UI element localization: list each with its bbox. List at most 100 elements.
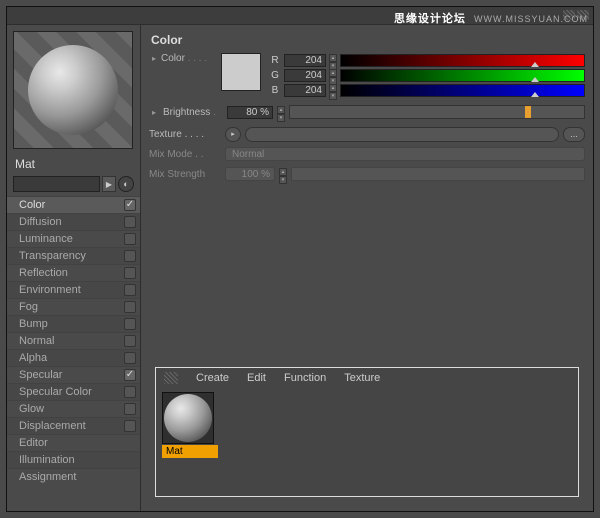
material-manager: Create Edit Function Texture Mat — [155, 367, 579, 497]
channel-row-displacement[interactable]: Displacement — [7, 417, 140, 434]
menu-function[interactable]: Function — [284, 372, 326, 384]
channel-label: Alpha — [19, 352, 124, 364]
expand-icon[interactable] — [9, 370, 19, 380]
expand-icon[interactable] — [9, 302, 19, 312]
expand-icon[interactable] — [9, 268, 19, 278]
expand-icon[interactable] — [9, 353, 19, 363]
panel-grip-icon[interactable] — [164, 372, 178, 384]
brightness-slider[interactable] — [289, 105, 585, 119]
material-name-label: Mat — [7, 155, 140, 175]
color-swatch[interactable] — [221, 53, 261, 91]
channel-row-alpha[interactable]: Alpha — [7, 349, 140, 366]
b-value-input[interactable]: 204 — [284, 84, 326, 97]
channel-label: Luminance — [19, 233, 124, 245]
channel-row-diffusion[interactable]: Diffusion — [7, 213, 140, 230]
r-value-input[interactable]: 204 — [284, 54, 326, 67]
b-spinner[interactable]: ▴▾ — [329, 84, 337, 97]
channel-toggle — [124, 437, 136, 449]
material-item[interactable]: Mat — [162, 392, 218, 458]
channel-row-transparency[interactable]: Transparency — [7, 247, 140, 264]
app-frame: Mat ▶ ◐ ColorDiffusion Luminance Transpare… — [6, 6, 594, 512]
channel-row-specular-color[interactable]: Specular Color — [7, 383, 140, 400]
channel-row-specular[interactable]: Specular — [7, 366, 140, 383]
channel-toggle[interactable] — [124, 335, 136, 347]
channel-toggle[interactable] — [124, 267, 136, 279]
channel-row-bump[interactable]: Bump — [7, 315, 140, 332]
channel-row-environment[interactable]: Environment — [7, 281, 140, 298]
brightness-spinner[interactable]: ▴▾ — [277, 106, 285, 119]
channel-label: Fog — [19, 301, 124, 313]
channel-toggle[interactable] — [124, 233, 136, 245]
expand-icon[interactable] — [9, 251, 19, 261]
channel-row-normal[interactable]: Normal — [7, 332, 140, 349]
expand-icon[interactable] — [9, 319, 19, 329]
channel-row-glow[interactable]: Glow — [7, 400, 140, 417]
channel-row-assignment[interactable]: Assignment — [7, 468, 140, 485]
mix-mode-select: Normal — [225, 147, 585, 161]
channel-label: Glow — [19, 403, 124, 415]
channel-toggle[interactable] — [124, 369, 136, 381]
channel-row-luminance[interactable]: Luminance — [7, 230, 140, 247]
channel-row-fog[interactable]: Fog — [7, 298, 140, 315]
g-value-input[interactable]: 204 — [284, 69, 326, 82]
expand-icon[interactable] — [9, 234, 19, 244]
brightness-value-input[interactable]: 80 % — [227, 106, 273, 119]
expand-icon[interactable] — [9, 472, 19, 482]
expand-icon[interactable]: ▸ — [149, 107, 159, 117]
texture-pick-button[interactable]: ▸ — [225, 127, 241, 142]
channel-toggle[interactable] — [124, 352, 136, 364]
watermark-cn: 思缘设计论坛 — [394, 13, 466, 25]
channel-toggle[interactable] — [124, 250, 136, 262]
g-spinner[interactable]: ▴▾ — [329, 69, 337, 82]
channel-label: Specular Color — [19, 386, 124, 398]
sphere-icon — [164, 394, 212, 442]
channel-label: Environment — [19, 284, 124, 296]
channel-toggle[interactable] — [124, 301, 136, 313]
channel-toggle[interactable] — [124, 403, 136, 415]
menu-texture[interactable]: Texture — [344, 372, 380, 384]
r-spinner[interactable]: ▴▾ — [329, 54, 337, 67]
menu-edit[interactable]: Edit — [247, 372, 266, 384]
color-label: Color . . . . — [161, 53, 213, 64]
channel-toggle[interactable] — [124, 318, 136, 330]
material-item-label[interactable]: Mat — [162, 445, 218, 458]
expand-icon[interactable]: ▸ — [149, 54, 159, 64]
channel-toggle[interactable] — [124, 284, 136, 296]
channel-row-editor[interactable]: Editor — [7, 434, 140, 451]
g-label: G — [269, 70, 281, 81]
channel-toggle[interactable] — [124, 386, 136, 398]
channel-toggle[interactable] — [124, 199, 136, 211]
expand-icon[interactable] — [9, 421, 19, 431]
expand-icon[interactable] — [9, 404, 19, 414]
material-thumb[interactable] — [162, 392, 214, 444]
channel-row-color[interactable]: Color — [7, 196, 140, 213]
expand-icon[interactable] — [9, 455, 19, 465]
expand-icon[interactable] — [9, 387, 19, 397]
channel-label: Normal — [19, 335, 124, 347]
g-slider[interactable] — [340, 69, 585, 82]
material-name-input[interactable] — [13, 176, 100, 192]
r-slider[interactable] — [340, 54, 585, 67]
link-target-button[interactable]: ◐ — [118, 176, 134, 192]
mix-strength-label: Mix Strength — [149, 169, 221, 180]
b-slider[interactable] — [340, 84, 585, 97]
expand-icon[interactable] — [9, 438, 19, 448]
channel-toggle[interactable] — [124, 216, 136, 228]
expand-icon[interactable] — [9, 217, 19, 227]
channel-label: Editor — [19, 437, 124, 449]
channel-label: Specular — [19, 369, 124, 381]
preview-box[interactable] — [13, 31, 133, 149]
mix-strength-input: 100 % — [225, 167, 275, 181]
channel-toggle[interactable] — [124, 420, 136, 432]
texture-browse-button[interactable]: ... — [563, 127, 585, 142]
menu-create[interactable]: Create — [196, 372, 229, 384]
channel-toggle — [124, 454, 136, 466]
texture-field[interactable] — [245, 127, 559, 142]
channel-row-illumination[interactable]: Illumination — [7, 451, 140, 468]
expand-icon[interactable] — [9, 285, 19, 295]
channel-row-reflection[interactable]: Reflection — [7, 264, 140, 281]
nav-arrow-button[interactable]: ▶ — [102, 176, 116, 192]
expand-icon[interactable] — [9, 336, 19, 346]
expand-icon[interactable] — [9, 200, 19, 210]
mix-mode-label: Mix Mode . . — [149, 149, 221, 160]
